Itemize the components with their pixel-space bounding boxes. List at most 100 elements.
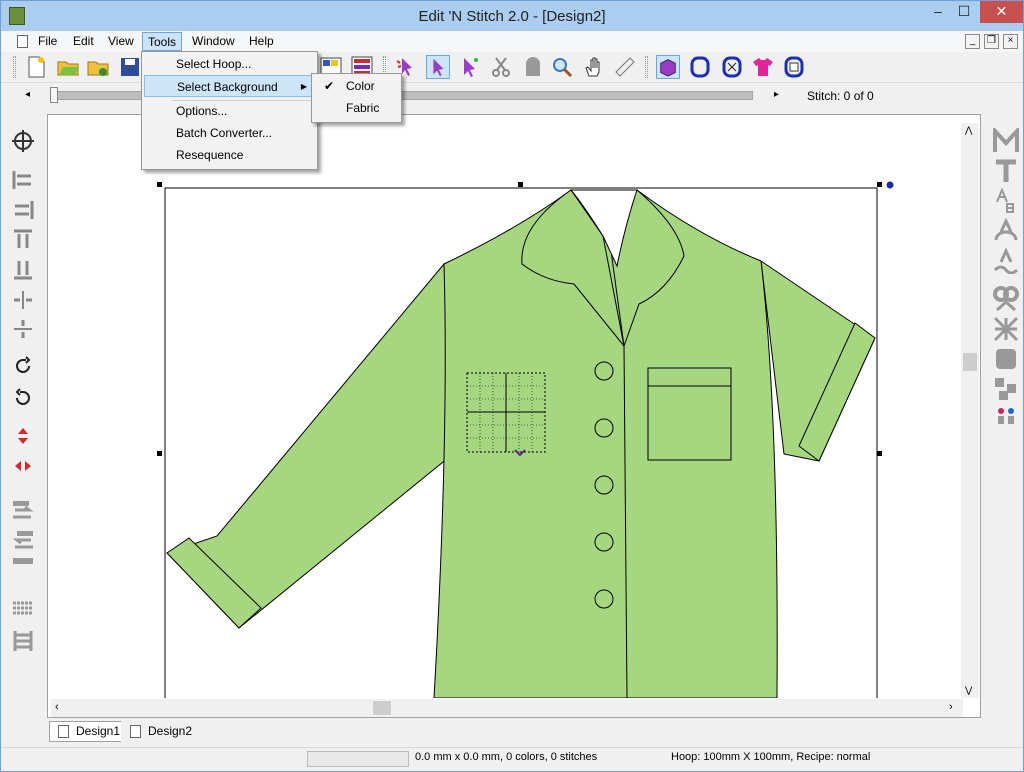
horizontal-scroll-thumb[interactable] (373, 701, 391, 715)
status-dimensions: 0.0 mm x 0.0 mm, 0 colors, 0 stitches (415, 751, 598, 763)
text-icon[interactable] (993, 158, 1019, 184)
rotate-right-icon[interactable] (11, 386, 35, 410)
hoop-grid-icon[interactable] (720, 55, 744, 79)
menu-file[interactable]: File (33, 32, 62, 51)
hoop-icon[interactable] (688, 55, 712, 79)
shirt-design (157, 181, 894, 698)
monogram-icon[interactable] (993, 128, 1019, 154)
menu-item-batch-converter[interactable]: Batch Converter... (144, 122, 316, 144)
menu-edit[interactable]: Edit (68, 32, 99, 51)
vertical-scroll-thumb[interactable] (963, 353, 977, 371)
horizontal-scrollbar[interactable]: ‹ › (51, 699, 963, 717)
design-canvas[interactable] (47, 114, 981, 718)
menu-window[interactable]: Window (187, 32, 240, 51)
stitch-slider-thumb[interactable] (50, 87, 58, 103)
selection-handle (157, 182, 162, 187)
title-bar: Edit 'N Stitch 2.0 - [Design2] – ☐ ✕ (1, 1, 1023, 31)
document-icon (58, 725, 69, 738)
menu-item-select-background[interactable]: Select Background ▶ (144, 75, 316, 97)
minimize-button[interactable]: – (929, 1, 947, 23)
vertical-scrollbar[interactable]: ⋀ ⋁ (961, 123, 979, 698)
document-icon (130, 725, 141, 738)
arc-text-icon[interactable] (993, 218, 1019, 244)
save-icon[interactable] (118, 55, 142, 79)
stamp-icon[interactable] (521, 55, 545, 79)
rotate-handle (886, 181, 894, 189)
wave-text-icon[interactable] (993, 248, 1019, 274)
maximize-button[interactable]: ☐ (953, 1, 975, 23)
menu-item-options[interactable]: Options... (144, 100, 316, 122)
submenu-arrow-icon: ▶ (300, 82, 307, 91)
menu-item-select-hoop[interactable]: Select Hoop... (144, 53, 316, 75)
tshirt-icon[interactable] (751, 55, 775, 79)
align-right-icon[interactable] (11, 198, 35, 222)
menu-tools[interactable]: Tools (142, 32, 183, 51)
crosshatch-icon[interactable] (993, 316, 1019, 342)
submenu-item-fabric[interactable]: Fabric (314, 97, 400, 119)
shirt-button (594, 475, 614, 495)
new-file-icon[interactable] (24, 55, 48, 79)
align-top-icon[interactable] (11, 228, 35, 252)
center-crosshair-icon[interactable] (11, 129, 35, 153)
rotate-left-icon[interactable] (11, 354, 35, 378)
selection-handle (157, 451, 162, 456)
submenu-item-label: Fabric (346, 101, 380, 115)
checkmark-icon: ✔ (324, 79, 335, 93)
slider-right-arrow[interactable]: ▸ (774, 89, 779, 100)
blocks-icon[interactable] (993, 376, 1019, 402)
submenu-item-color[interactable]: ✔ Color (314, 75, 400, 97)
slider-left-arrow[interactable]: ◂ (25, 89, 30, 100)
shirt-button (594, 418, 614, 438)
menu-help[interactable]: Help (244, 32, 279, 51)
status-bar: 0.0 mm x 0.0 mm, 0 colors, 0 stitches Ho… (1, 747, 1023, 771)
shirt-button (594, 589, 614, 609)
flip-horizontal-icon[interactable] (11, 454, 35, 478)
3d-view-icon[interactable] (656, 55, 680, 79)
align-left-icon[interactable] (11, 168, 35, 192)
flip-vertical-icon[interactable] (11, 424, 35, 448)
selection-handle (518, 182, 523, 187)
ruler-icon[interactable] (613, 55, 637, 79)
center-horizontal-icon[interactable] (11, 288, 35, 312)
fill-stitch-icon[interactable] (11, 599, 35, 623)
tab-design1[interactable]: Design1 (49, 721, 128, 742)
left-toolbar (1, 114, 45, 714)
menu-item-resequence[interactable]: Resequence (144, 144, 316, 166)
menu-view[interactable]: View (103, 32, 139, 51)
tools-menu: Select Hoop... Select Background ▶ Option… (141, 51, 318, 170)
fill-pattern-icon[interactable] (993, 346, 1019, 372)
scroll-up-icon[interactable]: ⋀ (965, 125, 972, 136)
select-pointer-icon[interactable] (426, 55, 450, 79)
scroll-right-icon[interactable]: › (949, 701, 953, 713)
node-pointer-icon[interactable] (457, 55, 481, 79)
figures-icon[interactable] (993, 406, 1019, 432)
stitch-count: Stitch: 0 of 0 (807, 89, 874, 103)
hoop-c-icon[interactable] (782, 55, 806, 79)
close-button[interactable]: ✕ (980, 1, 1023, 23)
open-add-icon[interactable] (86, 55, 110, 79)
abc-text-icon[interactable] (993, 188, 1019, 214)
mdi-restore-button[interactable]: ❐ (984, 34, 999, 49)
toolbar-grip (13, 56, 16, 78)
mdi-minimize-button[interactable]: _ (965, 34, 980, 49)
move-forward-icon[interactable] (11, 498, 35, 522)
align-bottom-icon[interactable] (11, 257, 35, 281)
scroll-down-icon[interactable]: ⋁ (965, 685, 972, 696)
selection-handle (877, 182, 882, 187)
order-icon[interactable] (11, 554, 35, 578)
window-title: Edit 'N Stitch 2.0 - [Design2] (418, 8, 606, 25)
mdi-close-button[interactable]: × (1003, 34, 1018, 49)
center-vertical-icon[interactable] (11, 317, 35, 341)
move-backward-icon[interactable] (11, 528, 35, 552)
tab-design2[interactable]: Design2 (121, 721, 200, 742)
pan-hand-icon[interactable] (582, 55, 606, 79)
applique-icon[interactable] (993, 286, 1019, 312)
satin-stitch-icon[interactable] (11, 629, 35, 653)
scroll-left-icon[interactable]: ‹ (55, 701, 59, 713)
scissors-icon[interactable] (489, 55, 513, 79)
document-icon (17, 35, 28, 48)
selection-handle (877, 451, 882, 456)
shirt-button (594, 361, 614, 381)
open-folder-icon[interactable] (56, 55, 80, 79)
zoom-icon[interactable] (550, 55, 574, 79)
